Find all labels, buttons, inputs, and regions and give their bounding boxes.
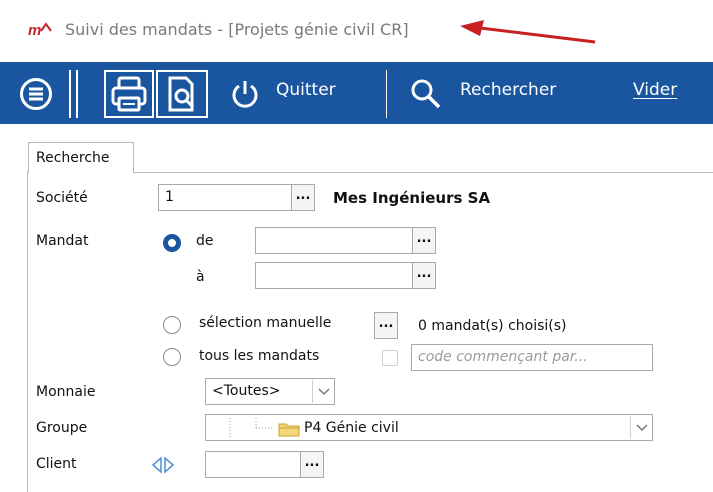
radio-de[interactable] — [163, 234, 181, 252]
de-label: de — [196, 233, 214, 249]
groupe-value: P4 Génie civil — [304, 420, 399, 436]
societe-label: Société — [36, 190, 88, 206]
client-toggle-icon[interactable] — [150, 456, 176, 478]
groupe-label: Groupe — [36, 420, 88, 436]
mandat-from-lookup-button[interactable]: ... — [412, 227, 436, 254]
groupe-dropdown-arrow[interactable] — [630, 416, 652, 439]
title-bar: m Suivi des mandats - [Projets génie civ… — [0, 0, 713, 62]
chevron-down-icon — [635, 423, 648, 431]
chosen-count: 0 mandat(s) choisi(s) — [418, 318, 567, 334]
radio-tous-mandats[interactable] — [163, 348, 181, 366]
tous-mandats-label: tous les mandats — [199, 348, 320, 364]
clear-button[interactable]: Vider — [633, 80, 677, 100]
societe-name: Mes Ingénieurs SA — [333, 189, 491, 207]
client-label: Client — [36, 456, 77, 472]
tree-lines — [228, 418, 278, 438]
societe-lookup-button[interactable]: ... — [291, 184, 315, 211]
toolbar-divider — [386, 70, 387, 118]
annotation-arrow — [460, 20, 596, 44]
monnaie-label: Monnaie — [36, 384, 96, 400]
print-preview-button[interactable] — [156, 70, 208, 118]
folder-icon — [278, 421, 300, 441]
toolbar-divider — [69, 70, 71, 118]
toolbar-divider — [76, 70, 78, 118]
a-label: à — [196, 269, 205, 285]
mandat-to-lookup-button[interactable]: ... — [412, 262, 436, 289]
search-button[interactable] — [406, 76, 446, 112]
mandat-to-input[interactable] — [255, 262, 413, 289]
monnaie-dropdown-arrow[interactable] — [312, 380, 334, 403]
tab-strip-line — [134, 172, 713, 173]
societe-input[interactable]: 1 — [158, 184, 292, 211]
tab-recherche[interactable]: Recherche — [28, 142, 134, 173]
code-filter-checkbox[interactable] — [382, 350, 398, 366]
client-lookup-button[interactable]: ... — [300, 451, 324, 478]
selection-manuelle-label: sélection manuelle — [199, 315, 332, 331]
hamburger-circle-icon — [20, 78, 52, 110]
quit-label[interactable]: Quitter — [276, 80, 336, 100]
radio-selection-manuelle[interactable] — [163, 316, 181, 334]
selection-manuelle-button[interactable]: ... — [374, 312, 398, 339]
app-logo: m — [28, 22, 53, 39]
menu-button[interactable] — [18, 76, 54, 112]
print-button[interactable] — [104, 70, 154, 118]
chevron-down-icon — [317, 387, 330, 395]
monnaie-value: <Toutes> — [212, 383, 281, 399]
print-preview-icon — [168, 76, 195, 112]
mandat-from-input[interactable] — [255, 227, 413, 254]
client-input[interactable] — [205, 451, 301, 478]
power-icon — [232, 81, 258, 108]
search-label[interactable]: Rechercher — [460, 80, 556, 100]
printer-icon — [111, 76, 147, 112]
code-prefix-input[interactable]: code commençant par... — [411, 344, 653, 371]
magnifier-icon — [411, 79, 441, 109]
expand-horizontal-icon — [151, 456, 175, 474]
mandat-label: Mandat — [36, 233, 89, 249]
panel-border — [18, 172, 28, 492]
window-title: Suivi des mandats - [Projets génie civil… — [65, 20, 409, 39]
